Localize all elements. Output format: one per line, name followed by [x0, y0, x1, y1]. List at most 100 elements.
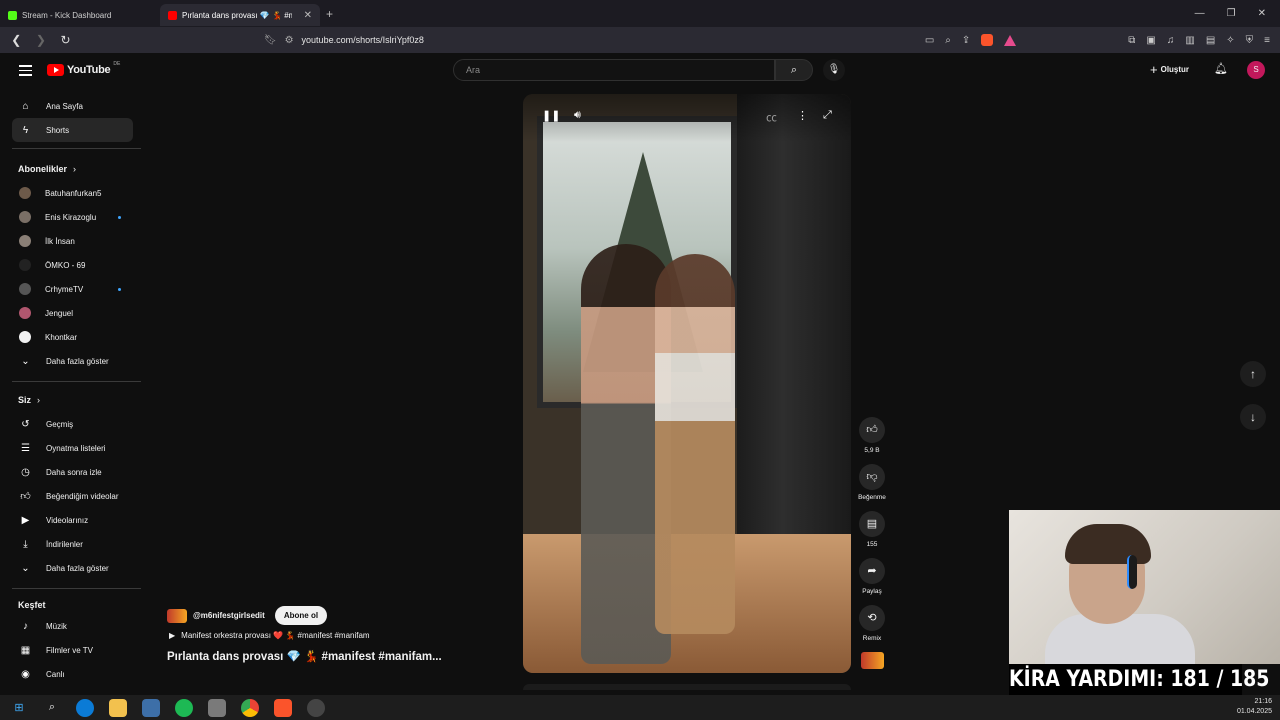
- create-button[interactable]: + Oluştur: [1150, 62, 1189, 77]
- sidebar-item-subscription[interactable]: ÖMKO - 69: [12, 253, 133, 277]
- sidebar-item-subscription[interactable]: Jenguel: [12, 301, 133, 325]
- media-icon[interactable]: ♫: [1167, 35, 1175, 46]
- sidebar-item-label: Daha fazla göster: [46, 563, 109, 573]
- sidebar-toggle-icon[interactable]: ▥: [1185, 35, 1194, 46]
- volume-icon[interactable]: 🔊︎: [574, 109, 581, 122]
- sidebar-item-subscription[interactable]: Khontkar: [12, 325, 133, 349]
- you-heading[interactable]: Siz ›: [18, 395, 40, 405]
- next-short-button[interactable]: ↓: [1240, 404, 1266, 430]
- short-music-row[interactable]: ▶ Manifest orkestra provası ❤️ 💃 #manife…: [169, 631, 370, 640]
- account-avatar[interactable]: S: [1247, 61, 1265, 79]
- comments-button[interactable]: ▤ 155: [857, 511, 887, 548]
- leo-ai-icon[interactable]: ✧: [1226, 35, 1234, 46]
- subscriptions-heading[interactable]: Abonelikler ›: [18, 164, 76, 174]
- show-more-you[interactable]: ⌄ Daha fazla göster: [12, 556, 133, 580]
- menu-icon[interactable]: ≡: [1264, 35, 1270, 46]
- fullscreen-icon[interactable]: ⤢: [823, 109, 832, 122]
- hamburger-menu-icon[interactable]: [19, 65, 32, 79]
- extensions-icon[interactable]: ⧉: [1128, 35, 1135, 46]
- address-bar[interactable]: 🔖︎ ⚙︎ youtube.com/shorts/IslriYpf0z8: [264, 30, 913, 50]
- like-button[interactable]: 👍︎ 5,9 B: [857, 417, 887, 454]
- edge-icon[interactable]: [76, 698, 94, 717]
- sidebar-item-your-videos[interactable]: ▶︎ Videolarınız: [12, 508, 133, 532]
- sidebar-item-subscription[interactable]: Enis Kirazoglu: [12, 205, 133, 229]
- sidebar-item-label: Daha sonra izle: [46, 467, 102, 477]
- app-icon[interactable]: [142, 698, 160, 717]
- channel-handle[interactable]: @m6nifestgirlsedit: [193, 611, 265, 620]
- divider: [12, 588, 141, 589]
- search-button[interactable]: ⌕: [775, 59, 813, 81]
- reload-icon[interactable]: ↻: [59, 33, 72, 47]
- sidebar-item-subscription[interactable]: CrhymeTV: [12, 277, 133, 301]
- video-frame: [523, 94, 851, 673]
- bookmark-icon[interactable]: 🔖︎: [264, 35, 277, 46]
- arrow-down-icon: ↓: [1250, 410, 1256, 424]
- sound-thumbnail[interactable]: [861, 652, 884, 669]
- share-icon[interactable]: ⇪: [962, 35, 970, 46]
- obs-icon[interactable]: [307, 698, 325, 717]
- channel-avatar[interactable]: [167, 608, 187, 623]
- sidebar-item-playlists[interactable]: ☰ Oynatma listeleri: [12, 436, 133, 460]
- cast-icon[interactable]: ▭: [925, 35, 934, 46]
- previous-short-button[interactable]: ↑: [1240, 361, 1266, 387]
- sidebar-item-label: Batuhanfurkan5: [45, 188, 102, 198]
- tab-manager-icon[interactable]: ▣: [1146, 35, 1155, 46]
- film-icon: ▦: [20, 644, 31, 656]
- chevron-down-icon: ⌄: [21, 355, 30, 367]
- calculator-icon[interactable]: [208, 698, 226, 717]
- more-options-icon[interactable]: ⋮: [797, 109, 808, 122]
- next-short-preview: [523, 684, 851, 690]
- vpn-icon[interactable]: ⛨: [1246, 35, 1254, 46]
- share-button[interactable]: ➦ Paylaş: [857, 558, 887, 595]
- sidebar-item-movies[interactable]: ▦ Filmler ve TV: [12, 638, 133, 662]
- sidebar-item-home[interactable]: ⌂ Ana Sayfa: [12, 94, 133, 118]
- divider: [12, 148, 141, 149]
- sidebar-item-liked-videos[interactable]: 👍︎ Beğendiğim videolar: [12, 484, 133, 508]
- comment-count: 155: [866, 541, 878, 548]
- sidebar-item-downloads[interactable]: ⤓ İndirilenler: [12, 532, 133, 556]
- captions-icon[interactable]: ㏄: [766, 109, 777, 125]
- sidebar-item-live[interactable]: ◉ Canlı: [12, 662, 133, 686]
- forward-icon[interactable]: ❯: [35, 33, 48, 47]
- site-info-icon[interactable]: ⚙︎: [285, 35, 294, 46]
- sidebar-item-music[interactable]: ♪ Müzik: [12, 614, 133, 638]
- system-clock[interactable]: 21:16 01.04.2025: [1237, 697, 1272, 717]
- sidebar-item-subscription[interactable]: Batuhanfurkan5: [12, 181, 133, 205]
- country-code: DE: [113, 61, 121, 67]
- close-tab-icon[interactable]: ✕: [304, 10, 312, 21]
- zoom-icon[interactable]: ⌕: [945, 35, 951, 46]
- search-input[interactable]: Ara: [453, 59, 775, 81]
- tab-kick-dashboard[interactable]: Stream - Kick Dashboard: [0, 4, 160, 26]
- chrome-icon[interactable]: [241, 698, 259, 717]
- dislike-button[interactable]: 👎︎ Beğenme: [857, 464, 887, 501]
- youtube-logo[interactable]: YouTube DE: [47, 61, 121, 76]
- logo-wordmark: YouTube: [67, 64, 111, 76]
- minimize-icon[interactable]: —: [1195, 8, 1205, 19]
- brave-rewards-icon[interactable]: [1004, 34, 1017, 46]
- sidebar-item-history[interactable]: ↺ Geçmiş: [12, 412, 133, 436]
- search-icon[interactable]: ⌕: [43, 699, 61, 717]
- pause-icon[interactable]: ❚❚: [542, 109, 560, 122]
- short-video-player[interactable]: ❚❚ 🔊︎ ㏄ ⋮ ⤢: [523, 94, 851, 673]
- new-tab-button[interactable]: +: [326, 7, 333, 21]
- voice-search-button[interactable]: 🎙︎: [823, 59, 845, 81]
- file-explorer-icon[interactable]: [109, 698, 127, 717]
- tab-youtube-short[interactable]: Pırlanta dans provası 💎 💃 #m ✕: [160, 4, 320, 26]
- notifications-bell-icon[interactable]: 🔔︎: [1214, 62, 1228, 75]
- sidebar-item-watch-later[interactable]: ◷ Daha sonra izle: [12, 460, 133, 484]
- subscribe-button[interactable]: Abone ol: [274, 606, 328, 625]
- spotify-icon[interactable]: [175, 698, 193, 717]
- windows-start-icon[interactable]: ⊞: [10, 699, 28, 717]
- sidebar-item-subscription[interactable]: İlk İnsan: [12, 229, 133, 253]
- music-text: Manifest orkestra provası ❤️ 💃 #manifest…: [181, 631, 370, 640]
- brave-icon[interactable]: [274, 698, 292, 717]
- close-window-icon[interactable]: ✕: [1258, 8, 1266, 19]
- short-title[interactable]: Pırlanta dans provası 💎 💃 #manifest #man…: [167, 649, 442, 663]
- brave-shields-icon[interactable]: [981, 34, 994, 46]
- sidebar-item-shorts[interactable]: ϟ Shorts: [12, 118, 133, 142]
- remix-button[interactable]: ⟲ Remix: [857, 605, 887, 642]
- wallet-icon[interactable]: ▤: [1206, 35, 1215, 46]
- show-more-subscriptions[interactable]: ⌄ Daha fazla göster: [12, 349, 133, 373]
- back-icon[interactable]: ❮: [10, 33, 23, 47]
- maximize-icon[interactable]: ❐: [1227, 8, 1236, 19]
